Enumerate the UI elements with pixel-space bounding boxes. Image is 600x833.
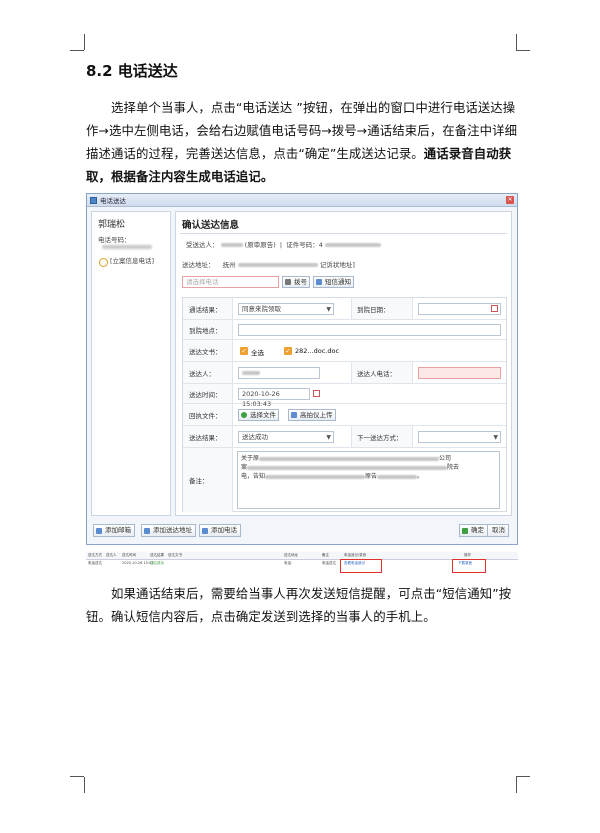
mail-icon bbox=[96, 527, 102, 534]
crop-mark bbox=[84, 34, 85, 50]
sms-button[interactable]: 短信通知 bbox=[313, 276, 354, 288]
arrive-place-input[interactable] bbox=[238, 324, 501, 336]
row-note: 备注： 关于原 公司 案院去 电，告知 原告。 bbox=[183, 448, 506, 512]
crop-mark bbox=[516, 777, 517, 793]
add-address-button[interactable]: 添加送达地址 bbox=[141, 524, 196, 537]
arrive-date-input[interactable] bbox=[418, 303, 501, 315]
dialog-footer: 添加邮箱 添加送达地址 添加电话 确定 取消 bbox=[91, 521, 511, 539]
row-receipt: 回执文件： 选择文件 高拍仪上传 bbox=[183, 404, 506, 426]
redacted-id bbox=[324, 243, 381, 247]
para-line: 作→选中左侧电话，会给右边赋值电话号码→拨号→通话结束后，在备注中详细 bbox=[86, 123, 518, 138]
scanner-icon bbox=[291, 412, 297, 418]
highlight-box bbox=[340, 559, 382, 573]
address-icon bbox=[144, 527, 150, 534]
phone-icon bbox=[202, 527, 208, 534]
phone-label: 电话号码： bbox=[98, 236, 131, 244]
row-result: 送达结果： 送达成功 ▼ 下一送达方式： ▼ bbox=[183, 426, 506, 448]
row-call-result: 通话结果： 同意来院领取 ▼ 到院日期： bbox=[183, 298, 506, 320]
choose-file-button[interactable]: 选择文件 bbox=[238, 409, 279, 421]
bold-note: 取，根据备注内容生成电话追记。 bbox=[86, 169, 274, 184]
bold-note: 通话录音自动获 bbox=[423, 146, 512, 161]
crop-mark bbox=[70, 776, 84, 777]
note-textarea[interactable]: 关于原 公司 案院去 电，告知 原告。 bbox=[237, 451, 500, 509]
calendar-icon[interactable] bbox=[313, 390, 320, 397]
cancel-button[interactable]: 取消 bbox=[487, 524, 509, 537]
sms-icon bbox=[316, 279, 322, 285]
delivery-form: 确认送达信息 受送达人： (原审原告) | 证件号码：4 送达地址： 抚州 记诉… bbox=[175, 211, 512, 516]
row-arrive-place: 到院地点： bbox=[183, 320, 506, 340]
select-all-checkbox[interactable]: ✓ bbox=[240, 347, 248, 355]
party-panel: 郭瑞松 电话号码： [立案信息电话] bbox=[91, 211, 171, 516]
row-time: 送达时间： 2020-10-26 15:03:43 bbox=[183, 384, 506, 408]
phone-option-label: [立案信息电话] bbox=[110, 257, 155, 265]
sms-paragraph: 如果通话结束后，需要给当事人再次发送短信提醒，可点击“短信通知”按钮。确认短信内… bbox=[86, 586, 512, 624]
time-input[interactable]: 2020-10-26 15:03:43 bbox=[238, 388, 310, 408]
row-documents: 送达文书： ✓ 全选 ✓ 282...doc.doc bbox=[183, 340, 506, 362]
crop-mark bbox=[516, 50, 530, 51]
check-icon bbox=[462, 527, 468, 534]
address-info: 送达地址： 抚州 记诉状地址] bbox=[182, 261, 355, 269]
section-heading: 8.2 电话送达 bbox=[86, 62, 178, 80]
add-phone-button[interactable]: 添加电话 bbox=[199, 524, 241, 537]
chevron-down-icon: ▼ bbox=[493, 434, 498, 441]
redacted-name bbox=[220, 243, 243, 247]
phone-radio[interactable] bbox=[99, 258, 108, 267]
para-line: 选择单个当事人，点击“电话送达 ”按钮，在弹出的窗口中进行电话送达操 bbox=[111, 100, 516, 115]
para-line: 描述通话的过程，完善送达信息，点击“确定”生成送达记录。 bbox=[86, 146, 424, 161]
divider bbox=[180, 233, 507, 234]
phone-icon bbox=[285, 279, 291, 285]
dialog-title: 电话送达 bbox=[100, 197, 126, 205]
intro-paragraph: 选择单个当事人，点击“电话送达 ”按钮，在弹出的窗口中进行电话送达操作→选中左侧… bbox=[86, 96, 518, 188]
crop-mark bbox=[516, 34, 517, 50]
field-grid: 通话结果： 同意来院领取 ▼ 到院日期： 到院地点： 送达文书： ✓ 全选 ✓ 2… bbox=[182, 297, 507, 512]
crop-mark bbox=[70, 50, 84, 51]
close-icon[interactable]: ✕ bbox=[506, 196, 514, 204]
doc-checkbox[interactable]: ✓ bbox=[284, 347, 292, 355]
scanner-upload-button[interactable]: 高拍仪上传 bbox=[288, 409, 336, 421]
add-mail-button[interactable]: 添加邮箱 bbox=[93, 524, 135, 537]
highlight-box bbox=[452, 559, 486, 573]
result-select[interactable]: 送达成功 ▼ bbox=[238, 431, 334, 443]
redacted-phone bbox=[102, 245, 152, 249]
crop-mark bbox=[516, 776, 530, 777]
call-result-select[interactable]: 同意来院领取 ▼ bbox=[238, 303, 334, 315]
crop-mark bbox=[84, 777, 85, 793]
phone-input[interactable]: 请选择电话 bbox=[182, 276, 279, 288]
dial-button[interactable]: 拨号 bbox=[282, 276, 310, 288]
chevron-down-icon: ▼ bbox=[326, 306, 331, 313]
server-phone-input[interactable] bbox=[418, 367, 501, 379]
calendar-icon bbox=[491, 305, 498, 312]
form-title: 确认送达信息 bbox=[182, 220, 240, 231]
window-icon bbox=[90, 196, 97, 204]
phone-delivery-dialog: 电话送达 ✕ 郭瑞松 电话号码： [立案信息电话] 确认送达信息 受送达人： (… bbox=[86, 193, 518, 545]
delivery-record-table: 送达方式 送达人 送达时间 送达结果 送达文书 送达地址 备注 电话追记/录音 … bbox=[86, 552, 518, 573]
party-name: 郭瑞松 bbox=[98, 220, 126, 230]
server-input[interactable] bbox=[238, 367, 320, 379]
redacted-address bbox=[237, 263, 318, 267]
chevron-down-icon: ▼ bbox=[326, 434, 331, 441]
plus-icon bbox=[241, 412, 247, 418]
next-method-select[interactable]: ▼ bbox=[418, 431, 501, 443]
dialog-titlebar: 电话送达 ✕ bbox=[87, 194, 517, 207]
ok-button[interactable]: 确定 bbox=[459, 524, 488, 537]
row-server: 送达人： 送达人电话： bbox=[183, 362, 506, 384]
recipient-info: 受送达人： (原审原告) | 证件号码：4 bbox=[186, 239, 381, 249]
